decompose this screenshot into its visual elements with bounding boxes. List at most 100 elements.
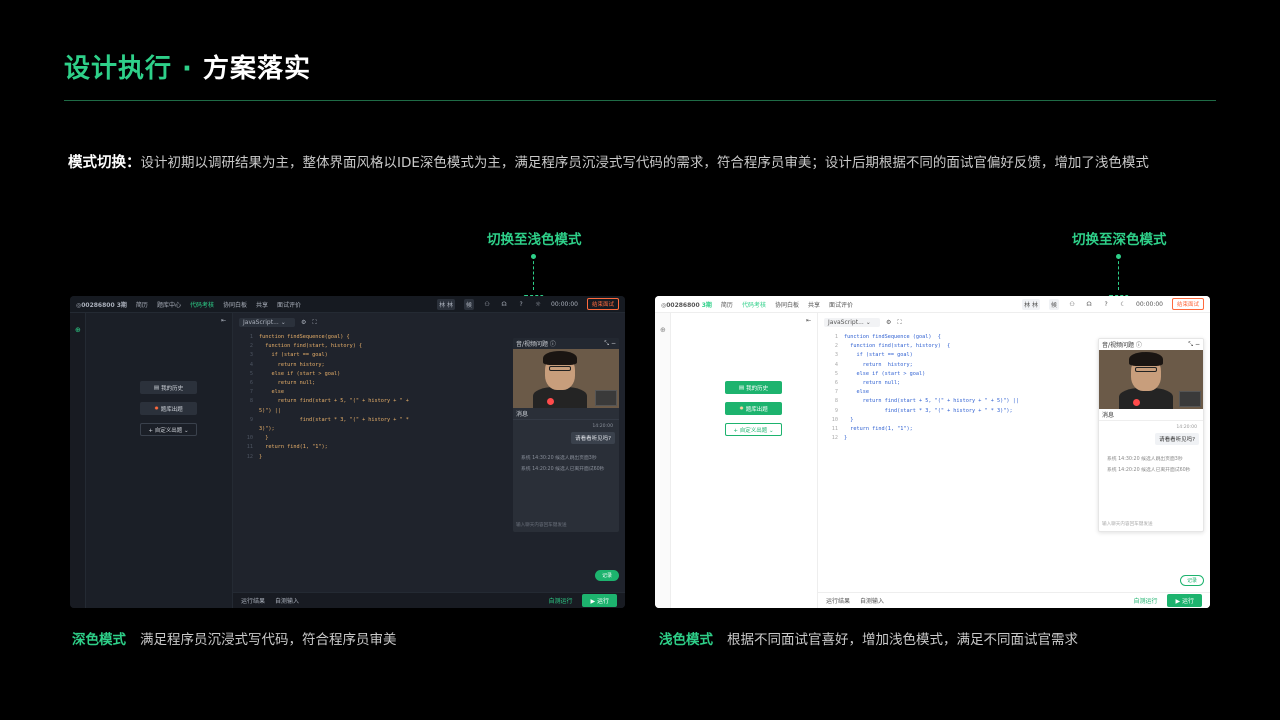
line-number: 12	[246, 453, 253, 460]
nav-code-review[interactable]: 代码考核	[190, 298, 214, 311]
nav-evaluation[interactable]: 面试评价	[829, 298, 853, 311]
custom-input-tab[interactable]: 自测输入	[860, 596, 884, 605]
run-result-tab[interactable]: 运行结果	[241, 596, 265, 605]
code-line[interactable]: 9 find(start * 3, "(" + history + " * 3)…	[824, 407, 1019, 416]
language-select[interactable]: JavaScript... ⌄	[824, 318, 880, 327]
code-line[interactable]: 12}	[239, 453, 409, 462]
code-line[interactable]: 5 else if (start > goal)	[824, 370, 1019, 379]
question-bank-button[interactable]: ✹ 题库出题	[725, 402, 782, 415]
hangup-icon[interactable]	[547, 398, 554, 405]
intro-paragraph: 模式切换：设计初期以调研结果为主，整体界面风格以IDE深色模式为主，满足程序员沉…	[68, 151, 1149, 172]
code-line[interactable]: 10 }	[824, 416, 1019, 425]
custom-input-tab[interactable]: 自测输入	[275, 596, 299, 605]
nav-share[interactable]: 共享	[256, 298, 268, 311]
nav-whiteboard[interactable]: 协同白板	[223, 298, 247, 311]
add-icon[interactable]: ⊕	[75, 326, 81, 334]
line-number: 9	[834, 407, 838, 414]
code-line[interactable]: 1 function findSequence(goal) {	[239, 333, 409, 342]
chat-input[interactable]: 输入聊天内容回车键发送	[1102, 521, 1153, 527]
line-text: return history;	[844, 361, 913, 368]
user-icon[interactable]: ⚇	[1068, 300, 1076, 308]
nav-resume[interactable]: 简历	[721, 298, 733, 311]
fullscreen-icon[interactable]: ⛶	[312, 319, 316, 327]
code-line[interactable]: 4 return history;	[824, 361, 1019, 370]
settings-icon[interactable]: ⚙	[886, 319, 891, 326]
nav-code-review[interactable]: 代码考核	[742, 298, 766, 311]
avatar-candidate[interactable]: 候	[1049, 298, 1060, 310]
code-line[interactable]: 12}	[824, 434, 1019, 443]
headset-icon[interactable]: ☊	[1085, 300, 1093, 308]
code-line[interactable]: 5)") ||	[239, 407, 409, 416]
chat-input[interactable]: 输入聊天内容回车键发送	[516, 522, 567, 528]
end-interview-button[interactable]: 结束面试	[1171, 298, 1204, 310]
code-line[interactable]: 6 return null;	[824, 379, 1019, 388]
code-line[interactable]: 4 return history;	[239, 361, 409, 370]
code-line[interactable]: 3 if (start == goal)	[239, 351, 409, 360]
run-button[interactable]: ▶ 运行	[1167, 594, 1202, 607]
video-panel-header: 音/视频问题 ⓘ ⤡ −	[513, 338, 619, 349]
code-line[interactable]: 5 else if (start > goal)	[239, 370, 409, 379]
my-history-button[interactable]: ▤ 我的历史	[725, 381, 782, 394]
callout-dot-dark	[531, 254, 536, 259]
code-line[interactable]: 9 find(start * 3, "(" + history + " *	[239, 416, 409, 425]
code-content[interactable]: 1 function findSequence (goal) {2 functio…	[824, 333, 1019, 443]
question-bank-button[interactable]: ✹ 题库出题	[140, 402, 197, 415]
fullscreen-icon[interactable]: ⛶	[897, 319, 901, 327]
avatar-interviewer[interactable]: 林 林	[1022, 298, 1041, 310]
self-test-link[interactable]: 自测运行	[1133, 596, 1157, 605]
code-line[interactable]: 3)");	[239, 425, 409, 434]
code-line[interactable]: 2 function find(start, history) {	[824, 342, 1019, 351]
help-icon[interactable]: ?	[1102, 300, 1110, 308]
avatar-candidate[interactable]: 候	[464, 298, 475, 310]
code-content[interactable]: 1 function findSequence(goal) {2 function…	[239, 333, 409, 462]
code-line[interactable]: 11 return find(1, "1");	[239, 443, 409, 452]
code-line[interactable]: 7 else	[824, 388, 1019, 397]
title-divider	[64, 100, 1216, 101]
nav-share[interactable]: 共享	[808, 298, 820, 311]
code-line[interactable]: 6 return null;	[239, 379, 409, 388]
editor-toolbar: JavaScript... ⌄ ⚙ ⛶	[239, 318, 317, 327]
run-result-tab[interactable]: 运行结果	[826, 596, 850, 605]
custom-question-button[interactable]: + 自定义出题 ⌄	[140, 423, 197, 436]
nav-whiteboard[interactable]: 协同白板	[775, 298, 799, 311]
end-interview-button[interactable]: 结束面试	[586, 298, 619, 310]
code-line[interactable]: 8 return find(start + 5, "(" + history +…	[239, 397, 409, 406]
custom-question-button[interactable]: + 自定义出题 ⌄	[725, 423, 782, 436]
editor-toolbar: JavaScript... ⌄ ⚙ ⛶	[824, 318, 902, 327]
run-button[interactable]: ▶ 运行	[582, 594, 617, 607]
title-accent: 设计执行 ·	[64, 54, 203, 84]
code-line[interactable]: 8 return find(start + 5, "(" + history +…	[824, 397, 1019, 406]
nav-question-bank[interactable]: 题库中心	[157, 298, 181, 311]
code-line[interactable]: 3 if (start == goal)	[824, 351, 1019, 360]
code-line[interactable]: 2 function find(start, history) {	[239, 342, 409, 351]
add-icon[interactable]: ⊕	[660, 326, 666, 334]
sun-icon[interactable]: ☼	[534, 300, 542, 308]
callout-line-light	[1118, 256, 1119, 290]
line-text: 3)");	[259, 426, 275, 433]
record-button[interactable]: 记录	[1180, 575, 1204, 586]
line-text: return find(start + 5, "(" + history + "…	[844, 398, 1019, 405]
record-button[interactable]: 记录	[595, 570, 619, 581]
nav-resume[interactable]: 简历	[136, 298, 148, 311]
hangup-icon[interactable]	[1133, 399, 1140, 406]
headset-icon[interactable]: ☊	[500, 300, 508, 308]
minimize-icon[interactable]: ⤡ −	[1188, 341, 1200, 349]
app-topbar: ◎00286800 3期 简历 题库中心 代码考核 协同白板 共享 面试评价 林…	[70, 296, 625, 313]
collapse-icon[interactable]: ⇤	[806, 317, 811, 324]
line-number: 1	[834, 334, 838, 340]
moon-icon[interactable]: ☾	[1119, 300, 1127, 308]
nav-evaluation[interactable]: 面试评价	[277, 298, 301, 311]
help-icon[interactable]: ?	[517, 300, 525, 308]
user-icon[interactable]: ⚇	[483, 300, 491, 308]
code-line[interactable]: 1 function findSequence (goal) {	[824, 333, 1019, 342]
code-line[interactable]: 11 return find(1, "1");	[824, 425, 1019, 434]
minimize-icon[interactable]: ⤡ −	[604, 340, 616, 348]
language-select[interactable]: JavaScript... ⌄	[239, 318, 295, 327]
settings-icon[interactable]: ⚙	[301, 319, 306, 326]
collapse-icon[interactable]: ⇤	[221, 317, 226, 324]
avatar-interviewer[interactable]: 林 林	[437, 298, 456, 310]
self-test-link[interactable]: 自测运行	[548, 596, 572, 605]
code-line[interactable]: 7 else	[239, 388, 409, 397]
my-history-button[interactable]: ▤ 我的历史	[140, 381, 197, 394]
code-line[interactable]: 10 }	[239, 434, 409, 443]
